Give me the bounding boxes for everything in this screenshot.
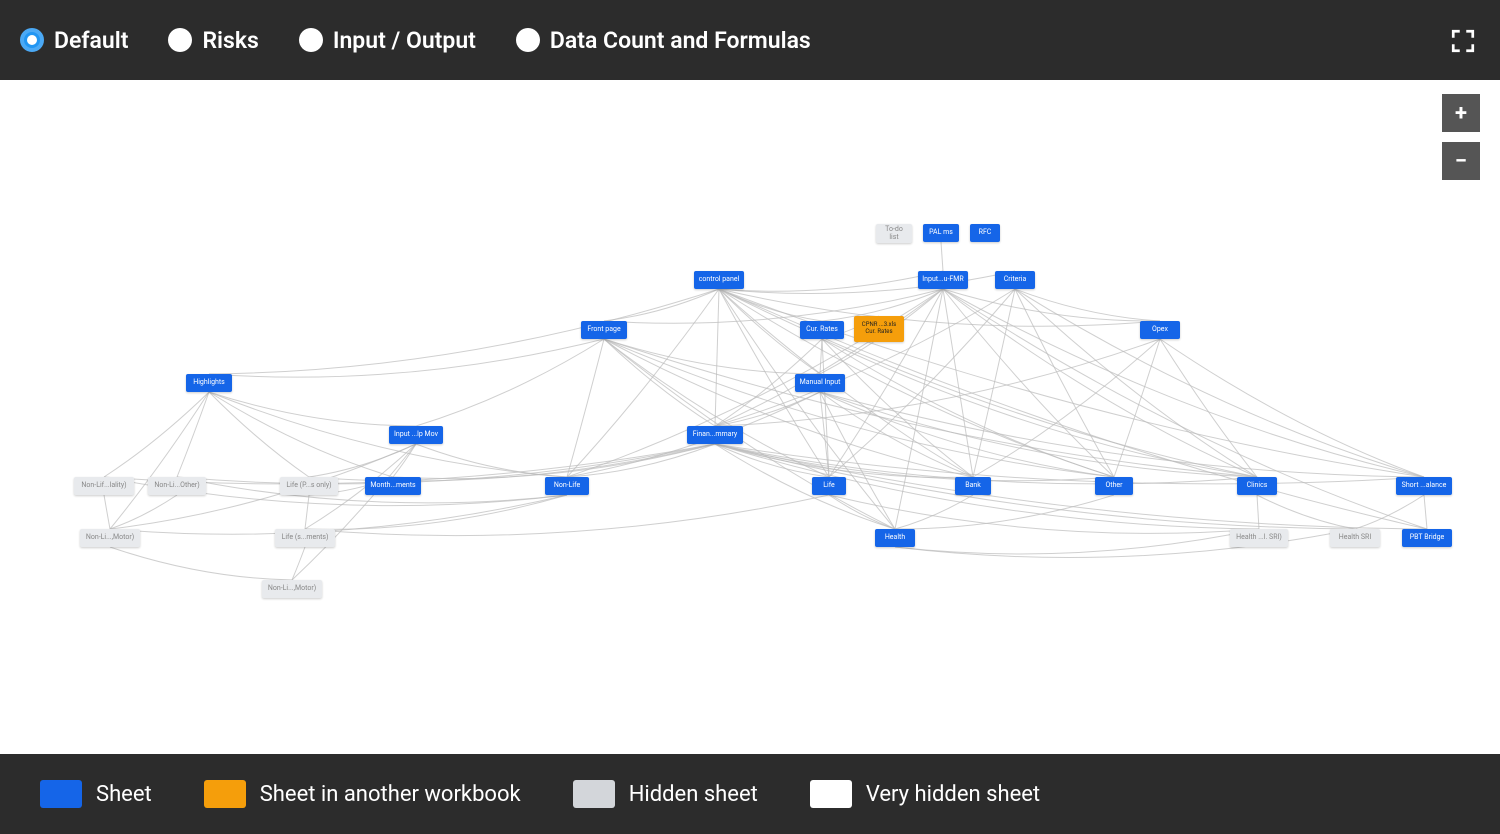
radio-checked-icon <box>20 28 44 52</box>
diagram-node[interactable]: Opex <box>1140 321 1180 339</box>
legend-label: Hidden sheet <box>629 782 758 807</box>
swatch-hidden-icon <box>573 780 615 808</box>
legend-label: Sheet <box>96 782 152 807</box>
swatch-very-hidden-icon <box>810 780 852 808</box>
diagram-node[interactable]: Non-Li...Other) <box>148 477 206 495</box>
zoom-controls: + − <box>1442 94 1480 180</box>
diagram-node[interactable]: Cur. Rates <box>800 321 844 339</box>
diagram-node[interactable]: Short ...alance <box>1396 477 1452 495</box>
diagram-node[interactable]: Clinics <box>1237 477 1277 495</box>
diagram-node[interactable]: Life <box>812 477 846 495</box>
diagram-node[interactable]: Non-Life <box>545 477 589 495</box>
radio-unchecked-icon <box>168 28 192 52</box>
swatch-sheet-icon <box>40 780 82 808</box>
mode-label: Input / Output <box>333 27 476 54</box>
radio-unchecked-icon <box>299 28 323 52</box>
diagram-node[interactable]: Health SRI <box>1330 529 1380 547</box>
diagram-node[interactable]: PBT Bridge <box>1402 529 1452 547</box>
legend-hidden-sheet: Hidden sheet <box>573 780 758 808</box>
mode-input-output[interactable]: Input / Output <box>299 27 476 54</box>
mode-label: Data Count and Formulas <box>550 27 811 54</box>
swatch-external-icon <box>204 780 246 808</box>
diagram-canvas[interactable]: To-do list PAL ms RFC control panel Input...… <box>0 80 1500 754</box>
diagram-node[interactable]: Input ...lp Mov <box>389 426 443 444</box>
legend-external-sheet: Sheet in another workbook <box>204 780 521 808</box>
diagram-node[interactable]: Health <box>875 529 915 547</box>
diagram-node[interactable]: Input...u-FMR <box>918 271 968 289</box>
diagram-node[interactable]: RFC <box>970 224 1000 242</box>
diagram-node[interactable]: Criteria <box>995 271 1035 289</box>
diagram-node[interactable]: Other <box>1095 477 1133 495</box>
mode-label: Risks <box>202 27 258 54</box>
diagram-node[interactable]: Highlights <box>186 374 232 392</box>
diagram-node[interactable]: Bank <box>955 477 991 495</box>
diagram-node[interactable]: Finan...mmary <box>687 426 743 444</box>
diagram-node[interactable]: PAL ms <box>923 224 959 242</box>
view-mode-toolbar: Default Risks Input / Output Data Count … <box>0 0 1500 80</box>
mode-risks[interactable]: Risks <box>168 27 258 54</box>
diagram-node[interactable]: Non-Li...,Motor) <box>262 580 322 598</box>
edge-layer <box>0 80 1500 754</box>
legend-label: Very hidden sheet <box>866 782 1040 807</box>
zoom-in-button[interactable]: + <box>1442 94 1480 132</box>
diagram-node[interactable]: Health ...l. SRI) <box>1230 529 1288 547</box>
diagram-node[interactable]: To-do list <box>876 224 912 243</box>
diagram-node[interactable]: control panel <box>694 271 744 289</box>
diagram-node[interactable]: Manual Input <box>795 374 845 392</box>
legend-label: Sheet in another workbook <box>260 782 521 807</box>
diagram-node[interactable]: Life (P...s only) <box>280 477 338 495</box>
radio-unchecked-icon <box>516 28 540 52</box>
zoom-out-button[interactable]: − <box>1442 142 1480 180</box>
legend-bar: Sheet Sheet in another workbook Hidden s… <box>0 754 1500 834</box>
diagram-node[interactable]: Non-Lif...lality) <box>74 477 134 495</box>
diagram-node[interactable]: CPNR ...3.xls Cur. Rates <box>854 316 904 342</box>
diagram-node[interactable]: Month...ments <box>365 477 421 495</box>
legend-very-hidden-sheet: Very hidden sheet <box>810 780 1040 808</box>
mode-data-count-formulas[interactable]: Data Count and Formulas <box>516 27 811 54</box>
fullscreen-icon[interactable] <box>1450 28 1476 54</box>
diagram-node[interactable]: Non-Li...,Motor) <box>80 529 140 547</box>
legend-sheet: Sheet <box>40 780 152 808</box>
diagram-node[interactable]: Life (s...ments) <box>275 529 335 547</box>
mode-default[interactable]: Default <box>20 27 128 54</box>
diagram-node[interactable]: Front page <box>581 321 627 339</box>
mode-label: Default <box>54 27 128 54</box>
